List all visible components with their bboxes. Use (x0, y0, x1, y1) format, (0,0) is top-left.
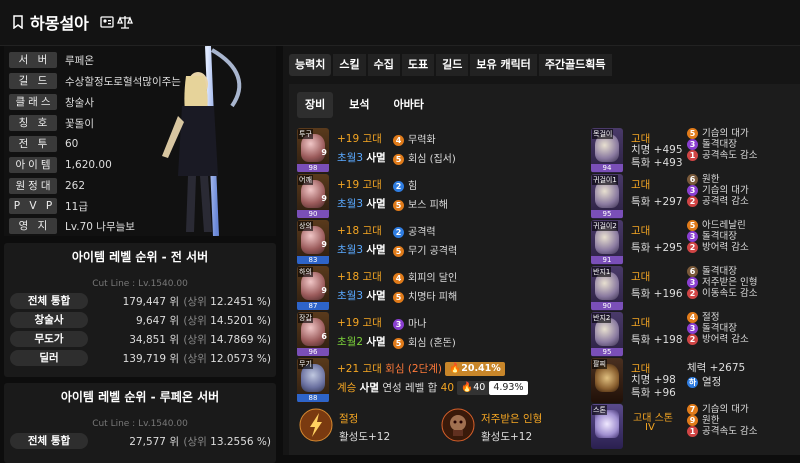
main-tabs: 능력치 스킬 수집 도표 길드 보유 캐릭터 주간골드획득 (289, 54, 612, 76)
rank-all-cutline: Cut Line : Lv.1540.00 (92, 279, 188, 289)
equip-icon[interactable]: 장갑 6 96 (297, 312, 329, 357)
rank-server-title: 아이템 레벨 순위 - 루페온 서버 (60, 390, 220, 404)
equip-weapon[interactable]: 무기 88 +21 고대 회심 (2단계) 🔥20.41% 계승 사멸 연성 레벨… (297, 358, 537, 404)
equip-icon[interactable]: 어깨 9 90 (297, 174, 329, 219)
tab-characters[interactable]: 보유 캐릭터 (470, 54, 537, 76)
fire-icon: 🔥 (449, 363, 462, 374)
equip-gloves[interactable]: 장갑 6 96 +19 고대 초월2 사멸 3 마나 5 회심 (혼돈) (297, 312, 537, 358)
scale-icon[interactable] (117, 14, 133, 33)
equip-pants[interactable]: 하의 9 87 +18 고대 초월3 사멸 4 회피의 달인 5 치명타 피해 (297, 266, 537, 312)
accessory-earring-1[interactable]: 귀걸이1 95 고대 특화 +297 6 원한 3 기습의 대가 2 공격력 감소 (591, 174, 796, 220)
accessory-earring-2[interactable]: 귀걸이2 91 고대 특화 +295 5 아드레날린 3 돌격대장 2 방어력 감소 (591, 220, 796, 266)
equip-icon[interactable]: 투구 9 98 (297, 128, 329, 173)
rank-row: 전체 통합 179,447 위 (상위 12.2451 %) (4, 292, 276, 310)
tab-avatar[interactable]: 아바타 (386, 92, 432, 118)
profile-row-combat: 전 투 60 (9, 136, 78, 152)
rank-row: 전체 통합 27,577 위 (상위 13.2556 %) (4, 432, 276, 450)
fire-icon: 🔥 (461, 382, 474, 393)
equipment-panel: 장비 보석 아바타 투구 9 98 +19 고대 초월3 사멸 4 무력화 5 회심 (… (289, 84, 800, 455)
accessory-icon[interactable]: 반지1 90 (591, 266, 623, 311)
tab-equipment[interactable]: 장비 (297, 92, 334, 118)
id-card-icon[interactable] (100, 16, 114, 31)
profile-row-class: 클래스 창술사 (9, 94, 94, 110)
engraving-doll-icon (441, 408, 475, 442)
accessory-ring-2[interactable]: 반지2 95 고대 특화 +198 4 절정 3 돌격대장 2 방어력 감소 (591, 312, 796, 358)
ability-stone[interactable]: 스톤 고대 스톤 IV 7 기습의 대가 9 원한 1 공격속도 감소 (591, 404, 796, 450)
accessory-bracelet[interactable]: 팔찌 고대 치명 +98 특화 +96 체력 +2675 하 열정 (591, 358, 796, 404)
tab-collection[interactable]: 수집 (367, 54, 400, 76)
rank-row: 무도가 34,851 위 (상위 14.7869 %) (4, 330, 276, 348)
profile-row-estate: 영 지 Lv.70 나무늘보 (9, 218, 135, 234)
quality-pill: 🔥20.41% (445, 362, 505, 376)
accessory-icon[interactable]: 귀걸이1 95 (591, 174, 623, 219)
tab-skills[interactable]: 스킬 (333, 54, 366, 76)
left-panel: 서 버 루페온 길 드 수상할정도로혈석많이주는 클래스 창술사 칭 호 꽃돌이 전 투… (4, 46, 276, 463)
engraving-cursed-doll[interactable]: 저주받은 인형 활성도+12 (441, 408, 571, 444)
engraving-climax[interactable]: 절정 활성도+12 (299, 408, 429, 444)
rank-row: 딜러 139,719 위 (상위 12.0573 %) (4, 349, 276, 367)
tab-chart[interactable]: 도표 (401, 54, 435, 76)
rank-server-panel: 아이템 레벨 순위 - 루페온 서버 Cut Line : Lv.1540.00… (4, 383, 276, 463)
equip-icon[interactable]: 무기 88 (297, 358, 329, 403)
tab-gems[interactable]: 보석 (341, 92, 377, 118)
rank-row: 창술사 9,647 위 (상위 14.5201 %) (4, 311, 276, 329)
accessory-icon[interactable]: 반지2 95 (591, 312, 623, 357)
bookmark-icon[interactable] (12, 15, 24, 32)
rank-all-title: 아이템 레벨 순위 - 전 서버 (71, 250, 209, 264)
sub-tabs: 장비 보석 아바타 (297, 92, 432, 118)
tab-stats[interactable]: 능력치 (289, 54, 332, 76)
accessory-ring-1[interactable]: 반지1 90 고대 특화 +196 6 돌격대장 3 저주받은 인형 2 이동속도 감소 (591, 266, 796, 312)
accessory-necklace[interactable]: 목걸이 94 고대 치명 +495 특화 +493 5 기습의 대가 3 돌격대장 1… (591, 128, 796, 174)
tab-guild[interactable]: 길드 (436, 54, 469, 76)
rank-all-servers-panel: 아이템 레벨 순위 - 전 서버 Cut Line : Lv.1540.00 전… (4, 243, 276, 377)
accessory-icon[interactable]: 팔찌 (591, 358, 623, 403)
detail-panel: 능력치 스킬 수집 도표 길드 보유 캐릭터 주간골드획득 장비 보석 아바타 … (283, 46, 800, 455)
profile-row-expedition: 원정대 262 (9, 178, 85, 194)
profile-row-guild: 길 드 수상할정도로혈석많이주는 (9, 73, 181, 89)
profile-row-item-level: 아이템 1,620.00 (9, 157, 112, 173)
equip-chest[interactable]: 상의 9 83 +18 고대 초월3 사멸 2 공격력 5 무기 공격력 (297, 220, 537, 266)
header-bar: 하몽설아 (0, 0, 800, 46)
profile-row-pvp: P V P 11급 (9, 198, 88, 214)
equip-icon[interactable]: 하의 9 87 (297, 266, 329, 311)
profile-row-title: 칭 호 꽃돌이 (9, 115, 94, 131)
character-name: 하몽설아 (30, 14, 89, 33)
accessory-icon[interactable]: 스톤 (591, 404, 623, 449)
profile-row-server: 서 버 루페온 (9, 52, 94, 68)
equip-icon[interactable]: 상의 9 83 (297, 220, 329, 265)
accessory-icon[interactable]: 목걸이 94 (591, 128, 623, 173)
equip-helmet[interactable]: 투구 9 98 +19 고대 초월3 사멸 4 무력화 5 회심 (집서) (297, 128, 537, 174)
equip-shoulder[interactable]: 어깨 9 90 +19 고대 초월3 사멸 2힘 5 보스 피해 (297, 174, 537, 220)
engraving-lightning-icon (299, 408, 333, 442)
rank-server-cutline: Cut Line : Lv.1540.00 (92, 419, 188, 429)
accessory-icon[interactable]: 귀걸이2 91 (591, 220, 623, 265)
tab-weekly-gold[interactable]: 주간골드획득 (538, 54, 612, 76)
level-pill: 🔥40 (457, 381, 490, 395)
profile-card: 서 버 루페온 길 드 수상할정도로혈석많이주는 클래스 창술사 칭 호 꽃돌이 전 투… (4, 46, 276, 236)
